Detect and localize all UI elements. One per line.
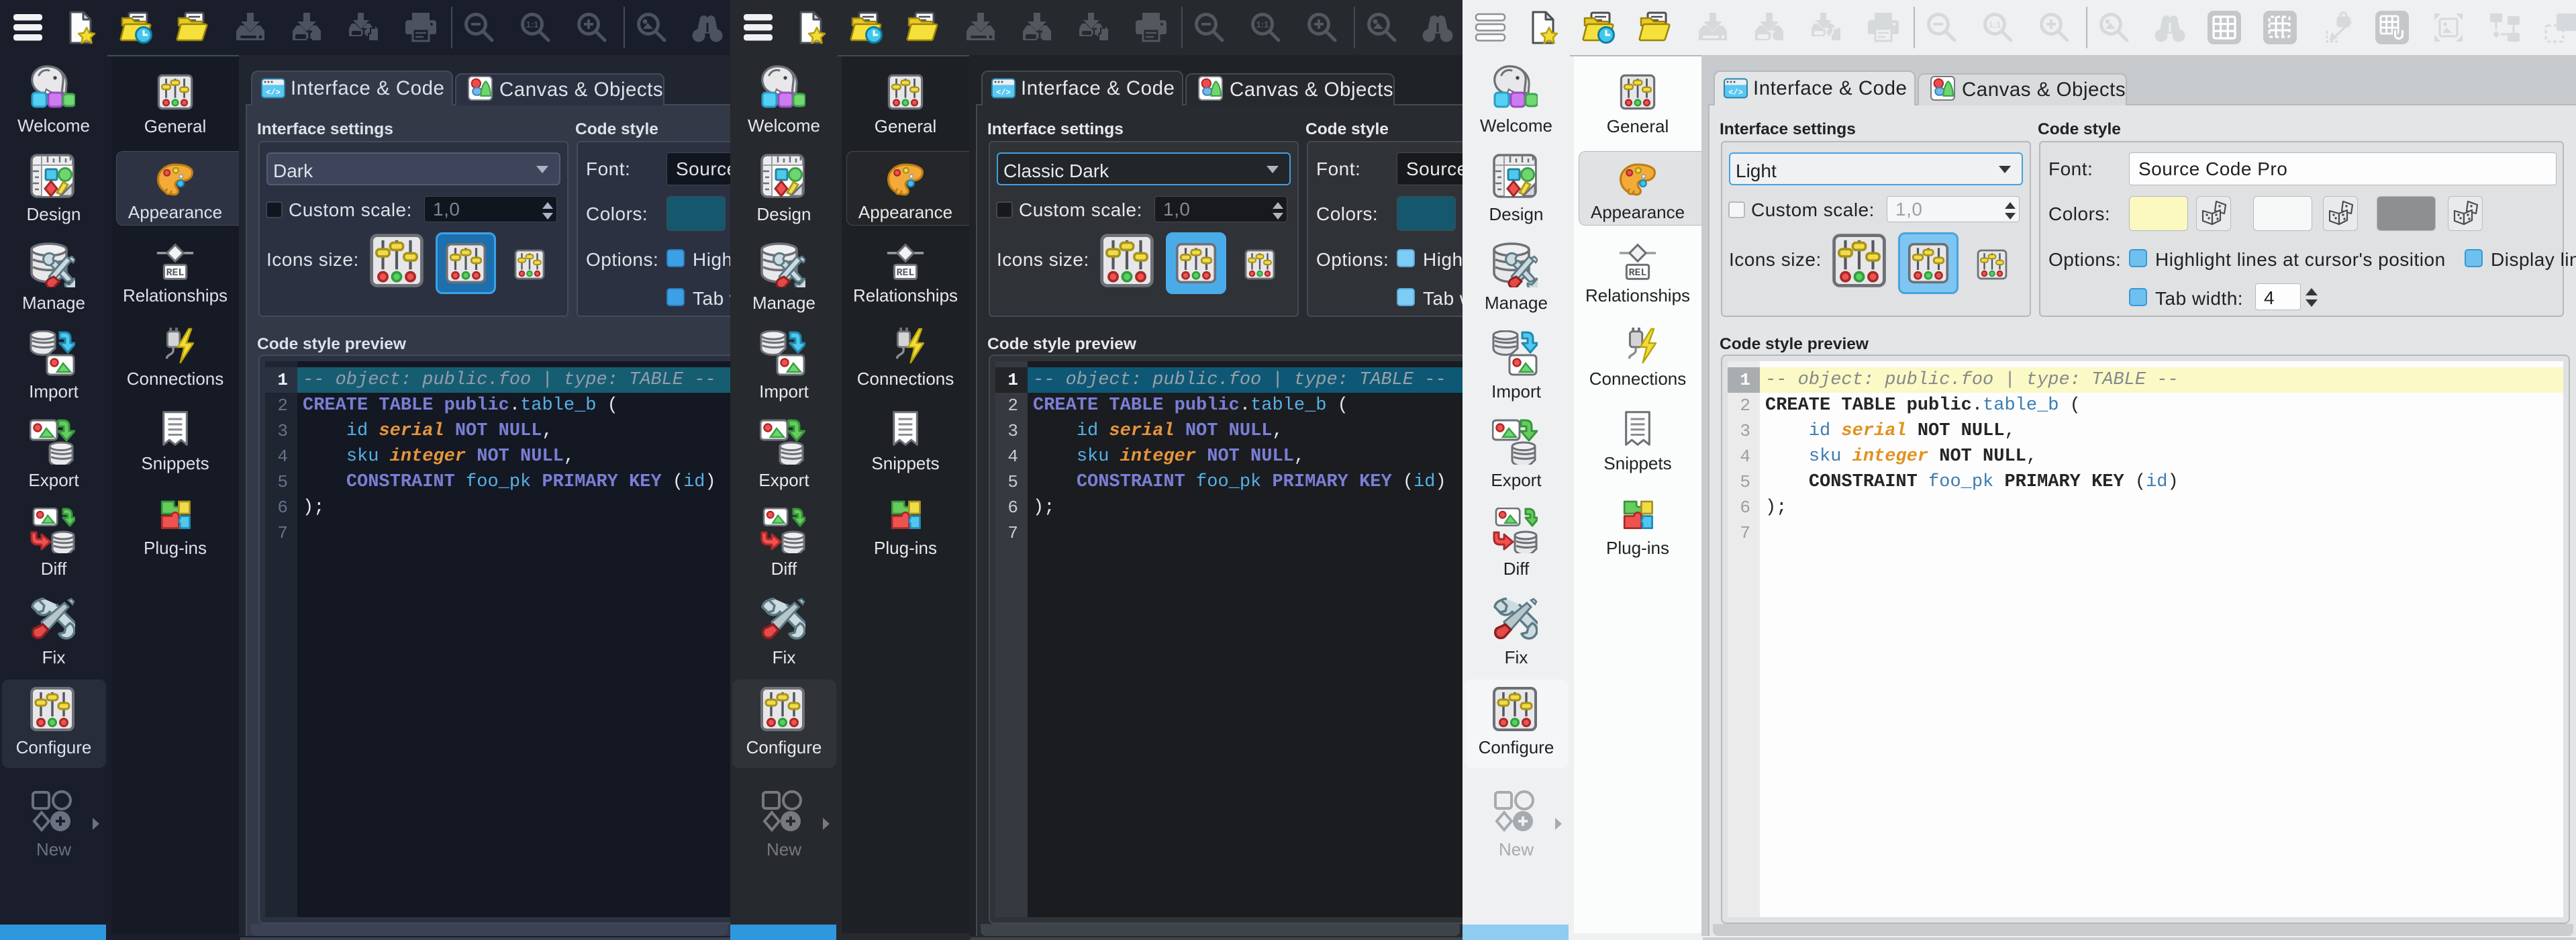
svg-text:1:1: 1:1 <box>1989 19 2001 30</box>
svg-text:REL: REL <box>897 268 915 279</box>
svg-text:1:1: 1:1 <box>526 19 539 30</box>
svg-text:</>: </> <box>1728 88 1743 97</box>
svg-text:REL: REL <box>1629 268 1647 279</box>
svg-text:</>: </> <box>996 88 1011 97</box>
svg-text:1:1: 1:1 <box>1256 19 1269 30</box>
svg-text:</>: </> <box>266 88 281 97</box>
svg-text:REL: REL <box>166 268 185 279</box>
